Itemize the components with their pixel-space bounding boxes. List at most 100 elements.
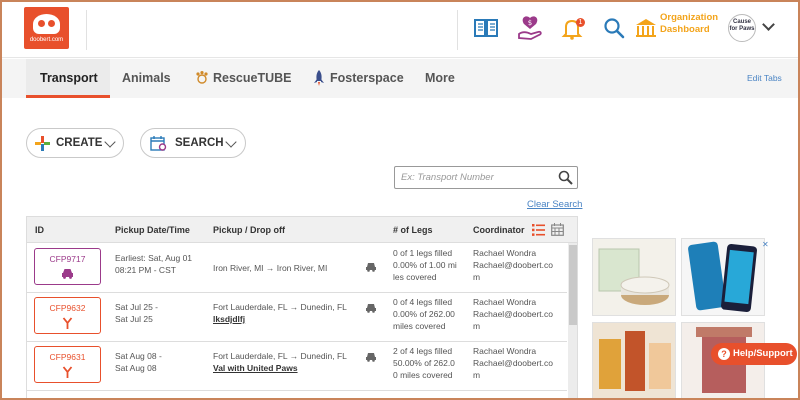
- dashboard-icon[interactable]: [632, 14, 660, 42]
- book-icon[interactable]: [472, 14, 500, 42]
- svg-text:$: $: [528, 19, 532, 27]
- help-support-button[interactable]: ? Help/Support: [711, 343, 797, 365]
- donate-hand-icon[interactable]: $: [516, 14, 544, 42]
- table-row[interactable]: CFP9632 Sat Jul 25 - Sat Jul 25 Fort Lau…: [27, 293, 567, 342]
- route: Fort Lauderdale, FL → Dunedin, FL: [213, 351, 347, 361]
- table-header: ID Pickup Date/Time Pickup / Drop off # …: [27, 217, 577, 243]
- coordinator-name: Rachael Wondra: [473, 248, 537, 258]
- search-button[interactable]: SEARCH: [140, 128, 246, 158]
- org-dashboard-line1: Organization: [660, 12, 719, 23]
- tab-animals[interactable]: Animals: [122, 71, 171, 85]
- route-cell: Fort Lauderdale, FL → Dunedin, FL lksdjd…: [213, 301, 347, 325]
- transport-number-search: [394, 166, 578, 189]
- legs-filled: 0 of 1 legs filled: [393, 248, 453, 258]
- coordinator-name: Rachael Wondra: [473, 346, 537, 356]
- tab-fosterspace[interactable]: Fosterspace: [330, 71, 404, 85]
- column-header-pickup-date[interactable]: Pickup Date/Time: [115, 225, 190, 235]
- search-label: SEARCH: [175, 137, 224, 149]
- help-support-label: Help/Support: [733, 348, 793, 359]
- create-button[interactable]: CREATE: [26, 128, 124, 158]
- pickup-date-line1: Earliest: Sat, Aug 01: [115, 253, 193, 263]
- pickup-date-line2: Sat Aug 08: [115, 363, 157, 373]
- transport-id-badge[interactable]: CFP9717: [34, 248, 101, 285]
- rescuetube-icon: [196, 71, 208, 84]
- tab-more[interactable]: More: [425, 71, 455, 85]
- transport-table: ID Pickup Date/Time Pickup / Drop off # …: [26, 216, 578, 398]
- ad-close-icon[interactable]: ✕: [762, 240, 769, 249]
- coordinator-email[interactable]: Rachael@doobert.co: [473, 308, 553, 320]
- transport-id: CFP9631: [49, 352, 86, 362]
- list-view-icon[interactable]: [532, 224, 545, 236]
- tab-rescuetube[interactable]: RescueTUBE: [213, 71, 292, 85]
- advertisement[interactable]: [592, 238, 770, 398]
- column-header-id[interactable]: ID: [35, 225, 44, 235]
- route: Fort Lauderdale, FL → Dunedin, FL: [213, 302, 347, 312]
- scrollbar-thumb[interactable]: [569, 245, 577, 325]
- top-bar: doobert.com $ 1 Organization Dashboard C…: [2, 2, 798, 58]
- coordinator-email-cont: m: [473, 370, 481, 380]
- logo-divider: [86, 10, 87, 50]
- legs-coverage: 0.00% of 1.00 mi: [393, 260, 457, 270]
- icons-divider: [457, 10, 458, 50]
- legs-coverage-cont: miles covered: [393, 321, 446, 331]
- transport-id-badge[interactable]: CFP9632: [34, 297, 101, 334]
- coordinator-email-cont: m: [473, 272, 481, 282]
- route: Iron River, MI → Iron River, MI: [213, 263, 328, 273]
- clear-search-link[interactable]: Clear Search: [527, 199, 582, 210]
- transport-name-link[interactable]: lksdjdlfj: [213, 313, 347, 325]
- column-header-legs[interactable]: # of Legs: [393, 225, 433, 235]
- transport-id: CFP9632: [49, 303, 86, 313]
- ad-product-image[interactable]: [592, 238, 676, 316]
- coordinator-email[interactable]: Rachael@doobert.co: [473, 259, 553, 271]
- route-cell: Fort Lauderdale, FL → Dunedin, FL Val wi…: [213, 350, 347, 374]
- question-icon: ?: [718, 348, 730, 360]
- rocket-icon: [314, 70, 324, 86]
- coordinator-email[interactable]: Rachael@doobert.co: [473, 357, 553, 369]
- chevron-down-icon[interactable]: [762, 18, 775, 31]
- legs-coverage-cont: les covered: [393, 272, 437, 282]
- search-icon[interactable]: [600, 14, 628, 42]
- chevron-down-icon: [104, 136, 116, 148]
- coordinator-email-cont: m: [473, 321, 481, 331]
- organization-dashboard-link[interactable]: Organization Dashboard: [660, 12, 718, 36]
- smartphone-product-image: [688, 241, 757, 312]
- table-scrollbar[interactable]: [568, 243, 577, 398]
- tab-transport[interactable]: Transport: [40, 71, 98, 85]
- legs-filled: 2 of 4 legs filled: [393, 346, 453, 356]
- table-row[interactable]: CFP9717 Earliest: Sat, Aug 01 08:21 PM -…: [27, 244, 567, 293]
- calendar-view-icon[interactable]: [551, 223, 564, 236]
- car-icon: [366, 304, 376, 313]
- pickup-date-line1: Sat Jul 25 -: [115, 302, 158, 312]
- legs-summary: 0 of 4 legs filled 0.00% of 262.00 miles…: [393, 296, 455, 332]
- pickup-date-line1: Sat Aug 08 -: [115, 351, 162, 361]
- pickup-date: Earliest: Sat, Aug 01 08:21 PM - CST: [115, 252, 192, 276]
- organization-avatar[interactable]: Cause for Paws: [728, 14, 756, 42]
- table-row[interactable]: CFP9631 Sat Aug 08 - Sat Aug 08 Fort Lau…: [27, 342, 567, 391]
- plus-icon: [35, 136, 50, 151]
- beauty-product-image: [599, 331, 671, 391]
- coordinator: Rachael Wondra Rachael@doobert.co m: [473, 296, 553, 332]
- transport-number-input[interactable]: [397, 169, 552, 186]
- cosmetics-product-image: [598, 248, 670, 305]
- car-icon: [62, 269, 73, 279]
- search-icon[interactable]: [558, 170, 573, 185]
- coordinator: Rachael Wondra Rachael@doobert.co m: [473, 345, 553, 381]
- pickup-date: Sat Aug 08 - Sat Aug 08: [115, 350, 162, 374]
- coordinator: Rachael Wondra Rachael@doobert.co m: [473, 247, 553, 283]
- column-header-coordinator[interactable]: Coordinator: [473, 225, 525, 235]
- org-dashboard-line2: Dashboard: [660, 24, 710, 35]
- car-icon: [366, 353, 376, 362]
- column-header-pickup-dropoff[interactable]: Pickup / Drop off: [213, 225, 285, 235]
- ad-product-image[interactable]: [681, 238, 765, 316]
- doobert-logo[interactable]: doobert.com: [24, 7, 69, 49]
- paw-logo-icon: [33, 14, 60, 34]
- transport-name-link[interactable]: Val with United Paws: [213, 362, 347, 374]
- create-label: CREATE: [56, 137, 103, 149]
- transport-id-badge[interactable]: CFP9631: [34, 346, 101, 383]
- edit-tabs-link[interactable]: Edit Tabs: [747, 73, 782, 83]
- car-icon: [366, 263, 376, 272]
- legs-coverage-cont: 0 miles covered: [393, 370, 453, 380]
- chevron-down-icon: [225, 136, 237, 148]
- ad-product-image[interactable]: [592, 322, 676, 398]
- route-split-icon: [62, 317, 73, 329]
